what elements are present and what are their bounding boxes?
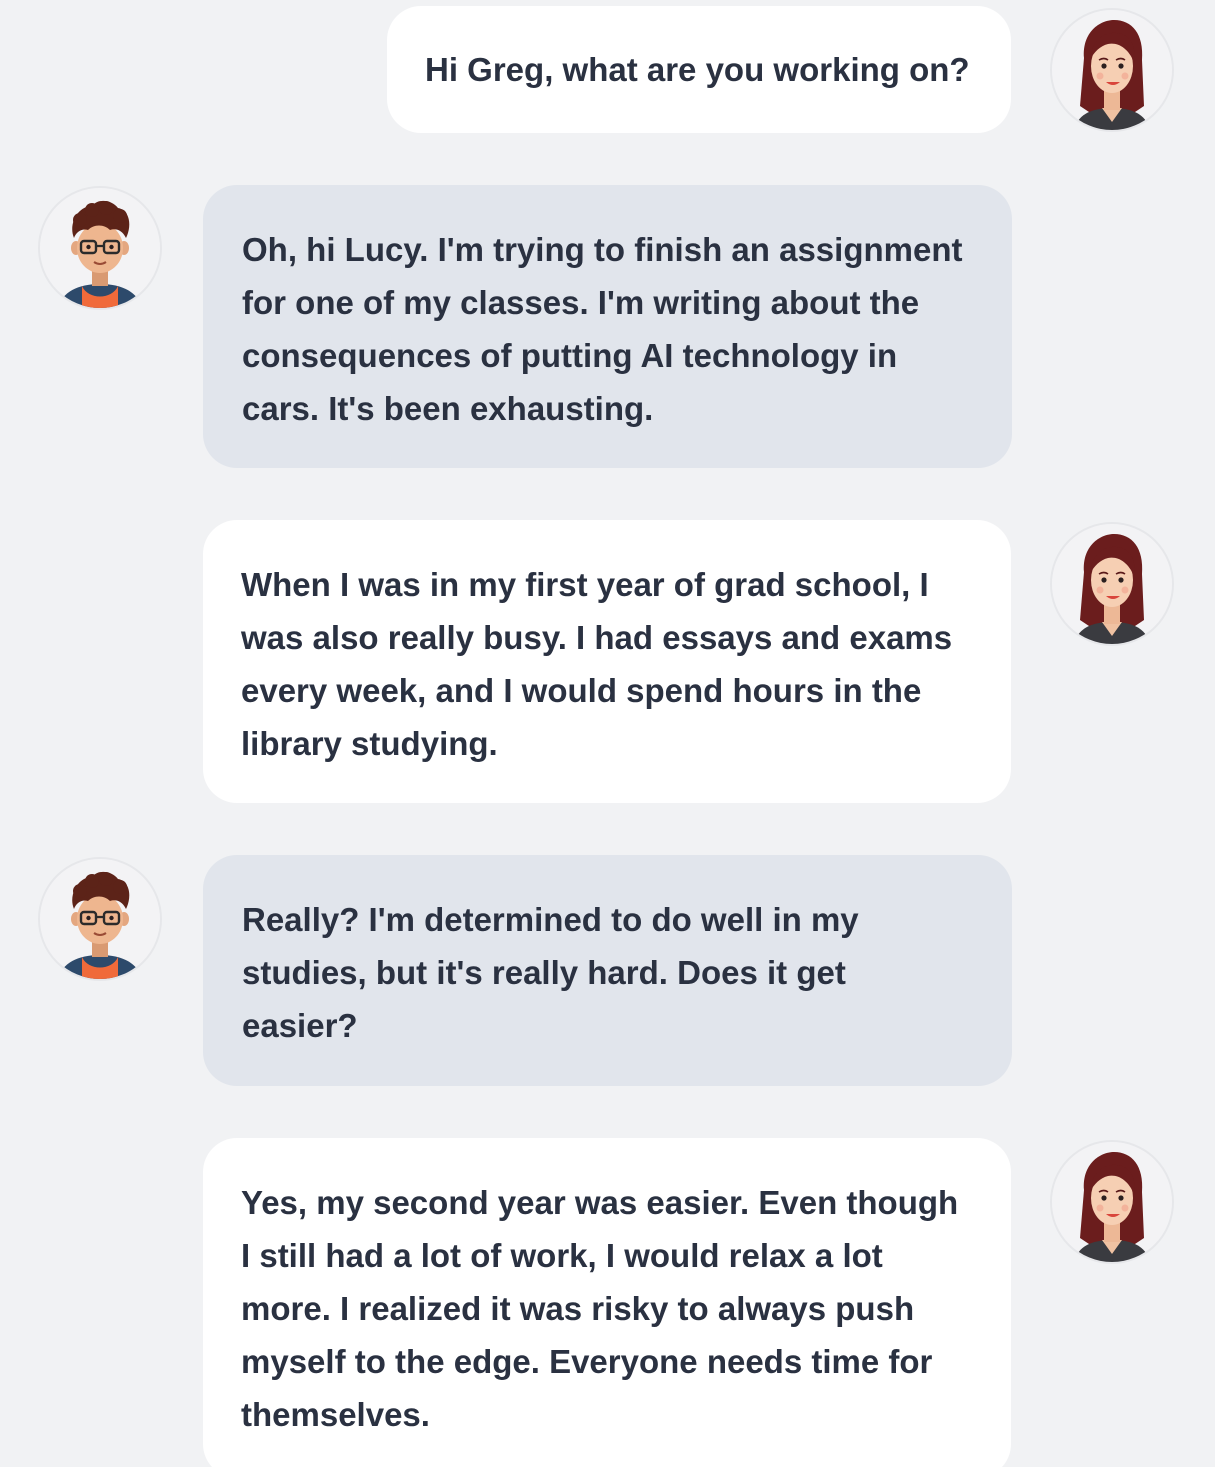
woman-avatar-icon xyxy=(1050,8,1174,132)
message-bubble-lucy: Hi Greg, what are you working on? xyxy=(387,6,1011,133)
chat-conversation: Hi Greg, what are you working on? Oh, hi… xyxy=(0,0,1215,1467)
woman-avatar-icon xyxy=(1050,522,1174,646)
message-text: Really? I'm determined to do well in my … xyxy=(242,901,859,1044)
message-text: When I was in my first year of grad scho… xyxy=(241,566,953,762)
message-bubble-lucy: Yes, my second year was easier. Even tho… xyxy=(203,1138,1011,1467)
message-bubble-greg: Really? I'm determined to do well in my … xyxy=(203,855,1012,1086)
message-bubble-greg: Oh, hi Lucy. I'm trying to finish an ass… xyxy=(203,185,1012,468)
message-bubble-lucy: When I was in my first year of grad scho… xyxy=(203,520,1011,803)
man-with-glasses-avatar-icon xyxy=(38,857,162,981)
woman-avatar-icon xyxy=(1050,1140,1174,1264)
message-text: Oh, hi Lucy. I'm trying to finish an ass… xyxy=(242,231,963,427)
message-text: Hi Greg, what are you working on? xyxy=(425,51,970,88)
message-text: Yes, my second year was easier. Even tho… xyxy=(241,1184,959,1433)
man-with-glasses-avatar-icon xyxy=(38,186,162,310)
